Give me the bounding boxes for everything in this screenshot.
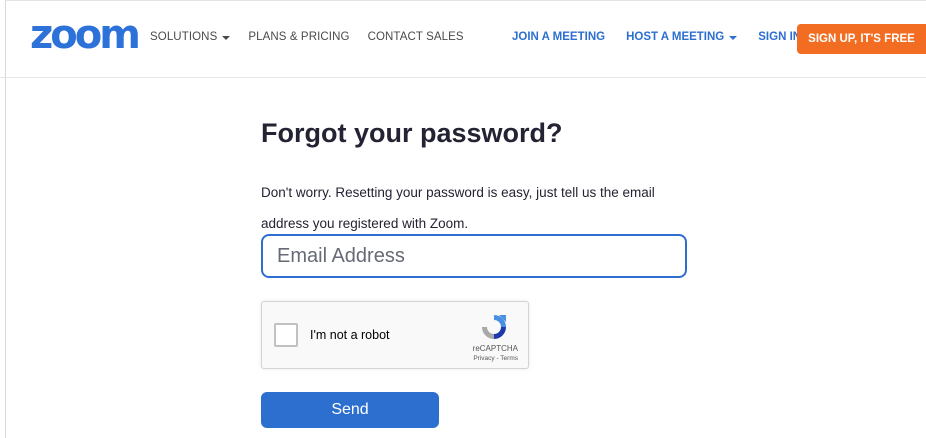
nav-contact-sales-label: CONTACT SALES bbox=[367, 31, 464, 43]
nav-sign-in[interactable]: SIGN IN bbox=[758, 31, 801, 43]
nav-sign-in-label: SIGN IN bbox=[758, 31, 802, 43]
top-navigation: zoom SOLUTIONS PLANS & PRICING CONTACT S… bbox=[0, 0, 926, 78]
page-title: Forgot your password? bbox=[261, 118, 563, 148]
nav-host-meeting[interactable]: HOST A MEETING bbox=[626, 31, 738, 43]
secondary-nav: JOIN A MEETING HOST A MEETING SIGN IN bbox=[512, 31, 801, 43]
primary-nav: SOLUTIONS PLANS & PRICING CONTACT SALES bbox=[150, 31, 464, 43]
captcha-checkbox[interactable] bbox=[274, 323, 298, 347]
nav-solutions[interactable]: SOLUTIONS bbox=[150, 31, 231, 43]
nav-join-meeting[interactable]: JOIN A MEETING bbox=[512, 31, 605, 43]
nav-contact-sales[interactable]: CONTACT SALES bbox=[368, 31, 464, 43]
page-description: Don't worry. Resetting your password is … bbox=[261, 185, 655, 231]
captcha-label: I'm not a robot bbox=[310, 328, 390, 342]
recaptcha-links[interactable]: Privacy - Terms bbox=[473, 355, 518, 362]
nav-join-meeting-label: JOIN A MEETING bbox=[512, 31, 606, 43]
recaptcha-icon bbox=[482, 315, 506, 339]
email-field[interactable] bbox=[261, 234, 687, 278]
chevron-down-icon bbox=[222, 35, 231, 40]
recaptcha-widget: I'm not a robot reCAPTCHA Privacy - Term… bbox=[261, 301, 529, 369]
send-button[interactable]: Send bbox=[261, 392, 439, 428]
nav-plans-pricing[interactable]: PLANS & PRICING bbox=[248, 31, 349, 43]
signup-button[interactable]: SIGN UP, IT'S FREE bbox=[797, 24, 926, 54]
recaptcha-brand: reCAPTCHA bbox=[472, 344, 518, 353]
zoom-logo[interactable]: zoom bbox=[30, 13, 141, 57]
nav-plans-pricing-label: PLANS & PRICING bbox=[248, 31, 350, 43]
chevron-down-icon bbox=[729, 35, 738, 40]
nav-solutions-label: SOLUTIONS bbox=[150, 31, 218, 43]
nav-host-meeting-label: HOST A MEETING bbox=[626, 31, 725, 43]
